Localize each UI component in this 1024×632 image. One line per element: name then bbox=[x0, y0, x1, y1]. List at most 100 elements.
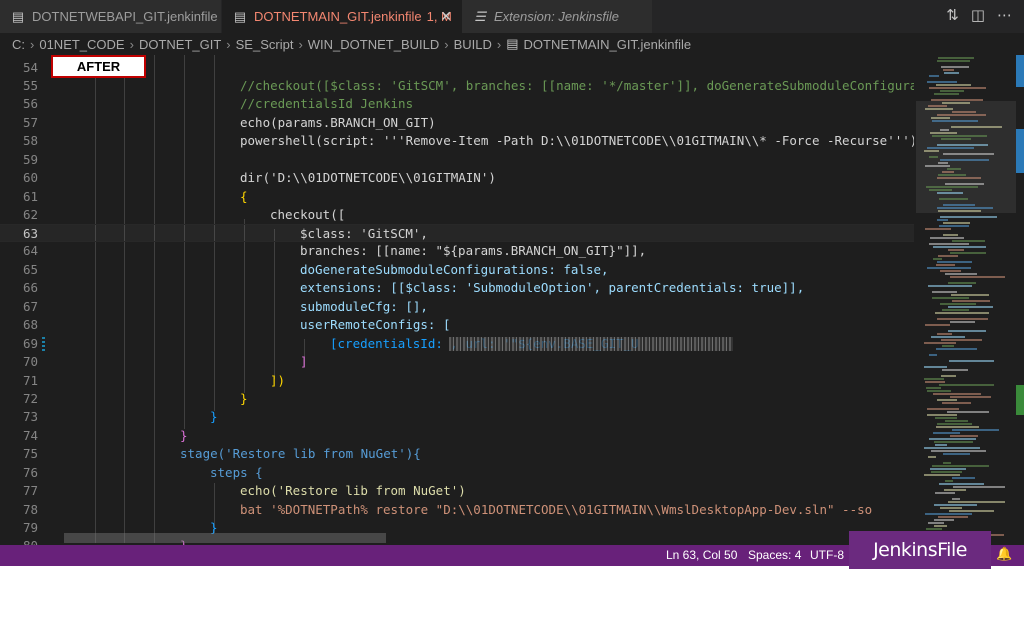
minimap-line bbox=[947, 168, 961, 170]
cursor-position[interactable]: Ln 63, Col 50 bbox=[666, 548, 737, 562]
minimap-line bbox=[941, 138, 971, 140]
minimap-line bbox=[927, 414, 957, 416]
minimap-line bbox=[940, 90, 964, 92]
minimap-line bbox=[929, 354, 937, 356]
after-label: AFTER bbox=[51, 55, 146, 78]
chevron-right-icon: › bbox=[226, 36, 231, 52]
minimap-line bbox=[949, 360, 994, 362]
breadcrumb-item[interactable]: BUILD bbox=[454, 37, 492, 52]
tab-label: DOTNETMAIN_GIT.jenkinfile bbox=[254, 9, 422, 24]
minimap-line bbox=[930, 132, 957, 134]
breadcrumb-item[interactable]: DOTNET_GIT bbox=[139, 37, 221, 52]
code-line: 60 dir('D:\\01DOTNETCODE\\01GITMAIN') bbox=[0, 169, 914, 187]
minimap-line bbox=[930, 468, 966, 470]
minimap-line bbox=[944, 489, 966, 491]
code-editor[interactable]: 54 55 //checkout([$class: 'GitSCM', branc… bbox=[0, 55, 914, 545]
vertical-scrollbar[interactable] bbox=[1016, 55, 1024, 545]
line-number: 61 bbox=[22, 189, 38, 204]
minimap-line bbox=[940, 129, 949, 131]
minimap-line bbox=[924, 366, 947, 368]
close-icon[interactable]: ✕ bbox=[440, 8, 452, 25]
line-number: 79 bbox=[22, 520, 38, 535]
minimap-line bbox=[933, 393, 981, 395]
line-code: extensions: [[$class: 'SubmoduleOption',… bbox=[300, 280, 805, 295]
encoding-setting[interactable]: UTF-8 bbox=[810, 548, 844, 562]
minimap-line bbox=[938, 174, 966, 176]
minimap-line bbox=[928, 456, 936, 458]
minimap-line bbox=[924, 342, 956, 344]
breadcrumb-item[interactable]: C: bbox=[12, 37, 25, 52]
compare-changes-icon[interactable]: ⇅ bbox=[946, 6, 959, 24]
minimap-line bbox=[934, 504, 977, 506]
breadcrumb-item[interactable]: 01NET_CODE bbox=[39, 37, 124, 52]
horizontal-scrollbar[interactable] bbox=[64, 533, 386, 543]
line-code: } bbox=[240, 391, 248, 406]
code-line: 75 stage('Restore lib from NuGet'){ bbox=[0, 445, 914, 463]
minimap-line bbox=[949, 510, 994, 512]
line-code: } bbox=[210, 409, 218, 424]
code-line: 56 //credentialsId Jenkins bbox=[0, 95, 914, 113]
minimap-line bbox=[937, 114, 986, 116]
code-line: 70] bbox=[0, 353, 914, 371]
tab-dotnetwebapi[interactable]: ▤ DOTNETWEBAPI_GIT.jenkinfile bbox=[0, 0, 222, 33]
minimap-line bbox=[943, 204, 975, 206]
tab-label: DOTNETWEBAPI_GIT.jenkinfile bbox=[32, 9, 218, 24]
minimap-line bbox=[932, 465, 989, 467]
minimap-line bbox=[939, 198, 968, 200]
bell-icon[interactable]: 🔔 bbox=[996, 546, 1012, 562]
code-line: 64 branches: [[name: "${params.BRANCH_ON_… bbox=[0, 242, 914, 260]
minimap-line bbox=[945, 183, 984, 185]
minimap-line bbox=[952, 300, 990, 302]
code-line: 55 //checkout([$class: 'GitSCM', branches… bbox=[0, 77, 914, 95]
minimap-line bbox=[940, 303, 976, 305]
minimap-line bbox=[950, 396, 991, 398]
minimap-line bbox=[925, 108, 953, 110]
more-actions-icon[interactable]: ⋯ bbox=[997, 6, 1012, 24]
line-number: 66 bbox=[22, 280, 38, 295]
minimap-line bbox=[937, 207, 993, 209]
line-code: //credentialsId Jenkins bbox=[240, 96, 414, 111]
minimap-line bbox=[952, 477, 975, 479]
minimap-line bbox=[952, 429, 999, 431]
line-number: 55 bbox=[22, 78, 38, 93]
minimap-line bbox=[927, 408, 959, 410]
minimap-line bbox=[936, 348, 977, 350]
vscode-window: ▤ DOTNETWEBAPI_GIT.jenkinfile ▤ DOTNETMA… bbox=[0, 0, 1024, 566]
line-number: 68 bbox=[22, 317, 38, 332]
minimap-line bbox=[950, 252, 986, 254]
minimap-line bbox=[929, 156, 938, 158]
indentation-setting[interactable]: Spaces: 4 bbox=[748, 548, 801, 562]
breadcrumb: C: › 01NET_CODE › DOTNET_GIT › SE_Script › W… bbox=[0, 33, 1024, 55]
minimap-line bbox=[924, 378, 944, 380]
minimap-line bbox=[931, 471, 962, 473]
line-code: userRemoteConfigs: [ bbox=[300, 317, 451, 332]
split-editor-icon[interactable]: ◫ bbox=[971, 6, 985, 24]
breadcrumb-item[interactable]: SE_Script bbox=[236, 37, 294, 52]
minimap-line bbox=[925, 513, 972, 515]
minimap-line bbox=[943, 234, 958, 236]
minimap[interactable] bbox=[916, 55, 1016, 545]
minimap-line bbox=[924, 447, 980, 449]
breadcrumb-item[interactable]: WIN_DOTNET_BUILD bbox=[308, 37, 439, 52]
redacted-credentials bbox=[449, 337, 733, 351]
line-number: 75 bbox=[22, 446, 38, 461]
tab-dotnetmain[interactable]: ▤ DOTNETMAIN_GIT.jenkinfile 1, M ✕ bbox=[222, 0, 462, 33]
minimap-line bbox=[926, 528, 942, 530]
minimap-line bbox=[925, 165, 950, 167]
line-code: branches: [[name: "${params.BRANCH_ON_GI… bbox=[300, 243, 647, 258]
line-number: 73 bbox=[22, 409, 38, 424]
minimap-line bbox=[924, 150, 939, 152]
line-number: 69 bbox=[22, 336, 38, 351]
tab-actions: ⇅ ◫ ⋯ bbox=[946, 6, 1012, 24]
minimap-line bbox=[942, 102, 970, 104]
minimap-line bbox=[925, 381, 945, 383]
minimap-line bbox=[948, 306, 993, 308]
line-code: //checkout([$class: 'GitSCM', branches: … bbox=[240, 78, 914, 93]
minimap-line bbox=[947, 411, 989, 413]
code-line: 66 extensions: [[$class: 'SubmoduleOption… bbox=[0, 279, 914, 297]
tab-extension-jenkinsfile[interactable]: ☰ Extension: Jenkinsfile bbox=[462, 0, 652, 33]
line-number: 67 bbox=[22, 299, 38, 314]
minimap-line bbox=[934, 525, 947, 527]
file-icon: ▤ bbox=[11, 8, 25, 24]
breadcrumb-item[interactable]: DOTNETMAIN_GIT.jenkinfile bbox=[524, 37, 692, 52]
